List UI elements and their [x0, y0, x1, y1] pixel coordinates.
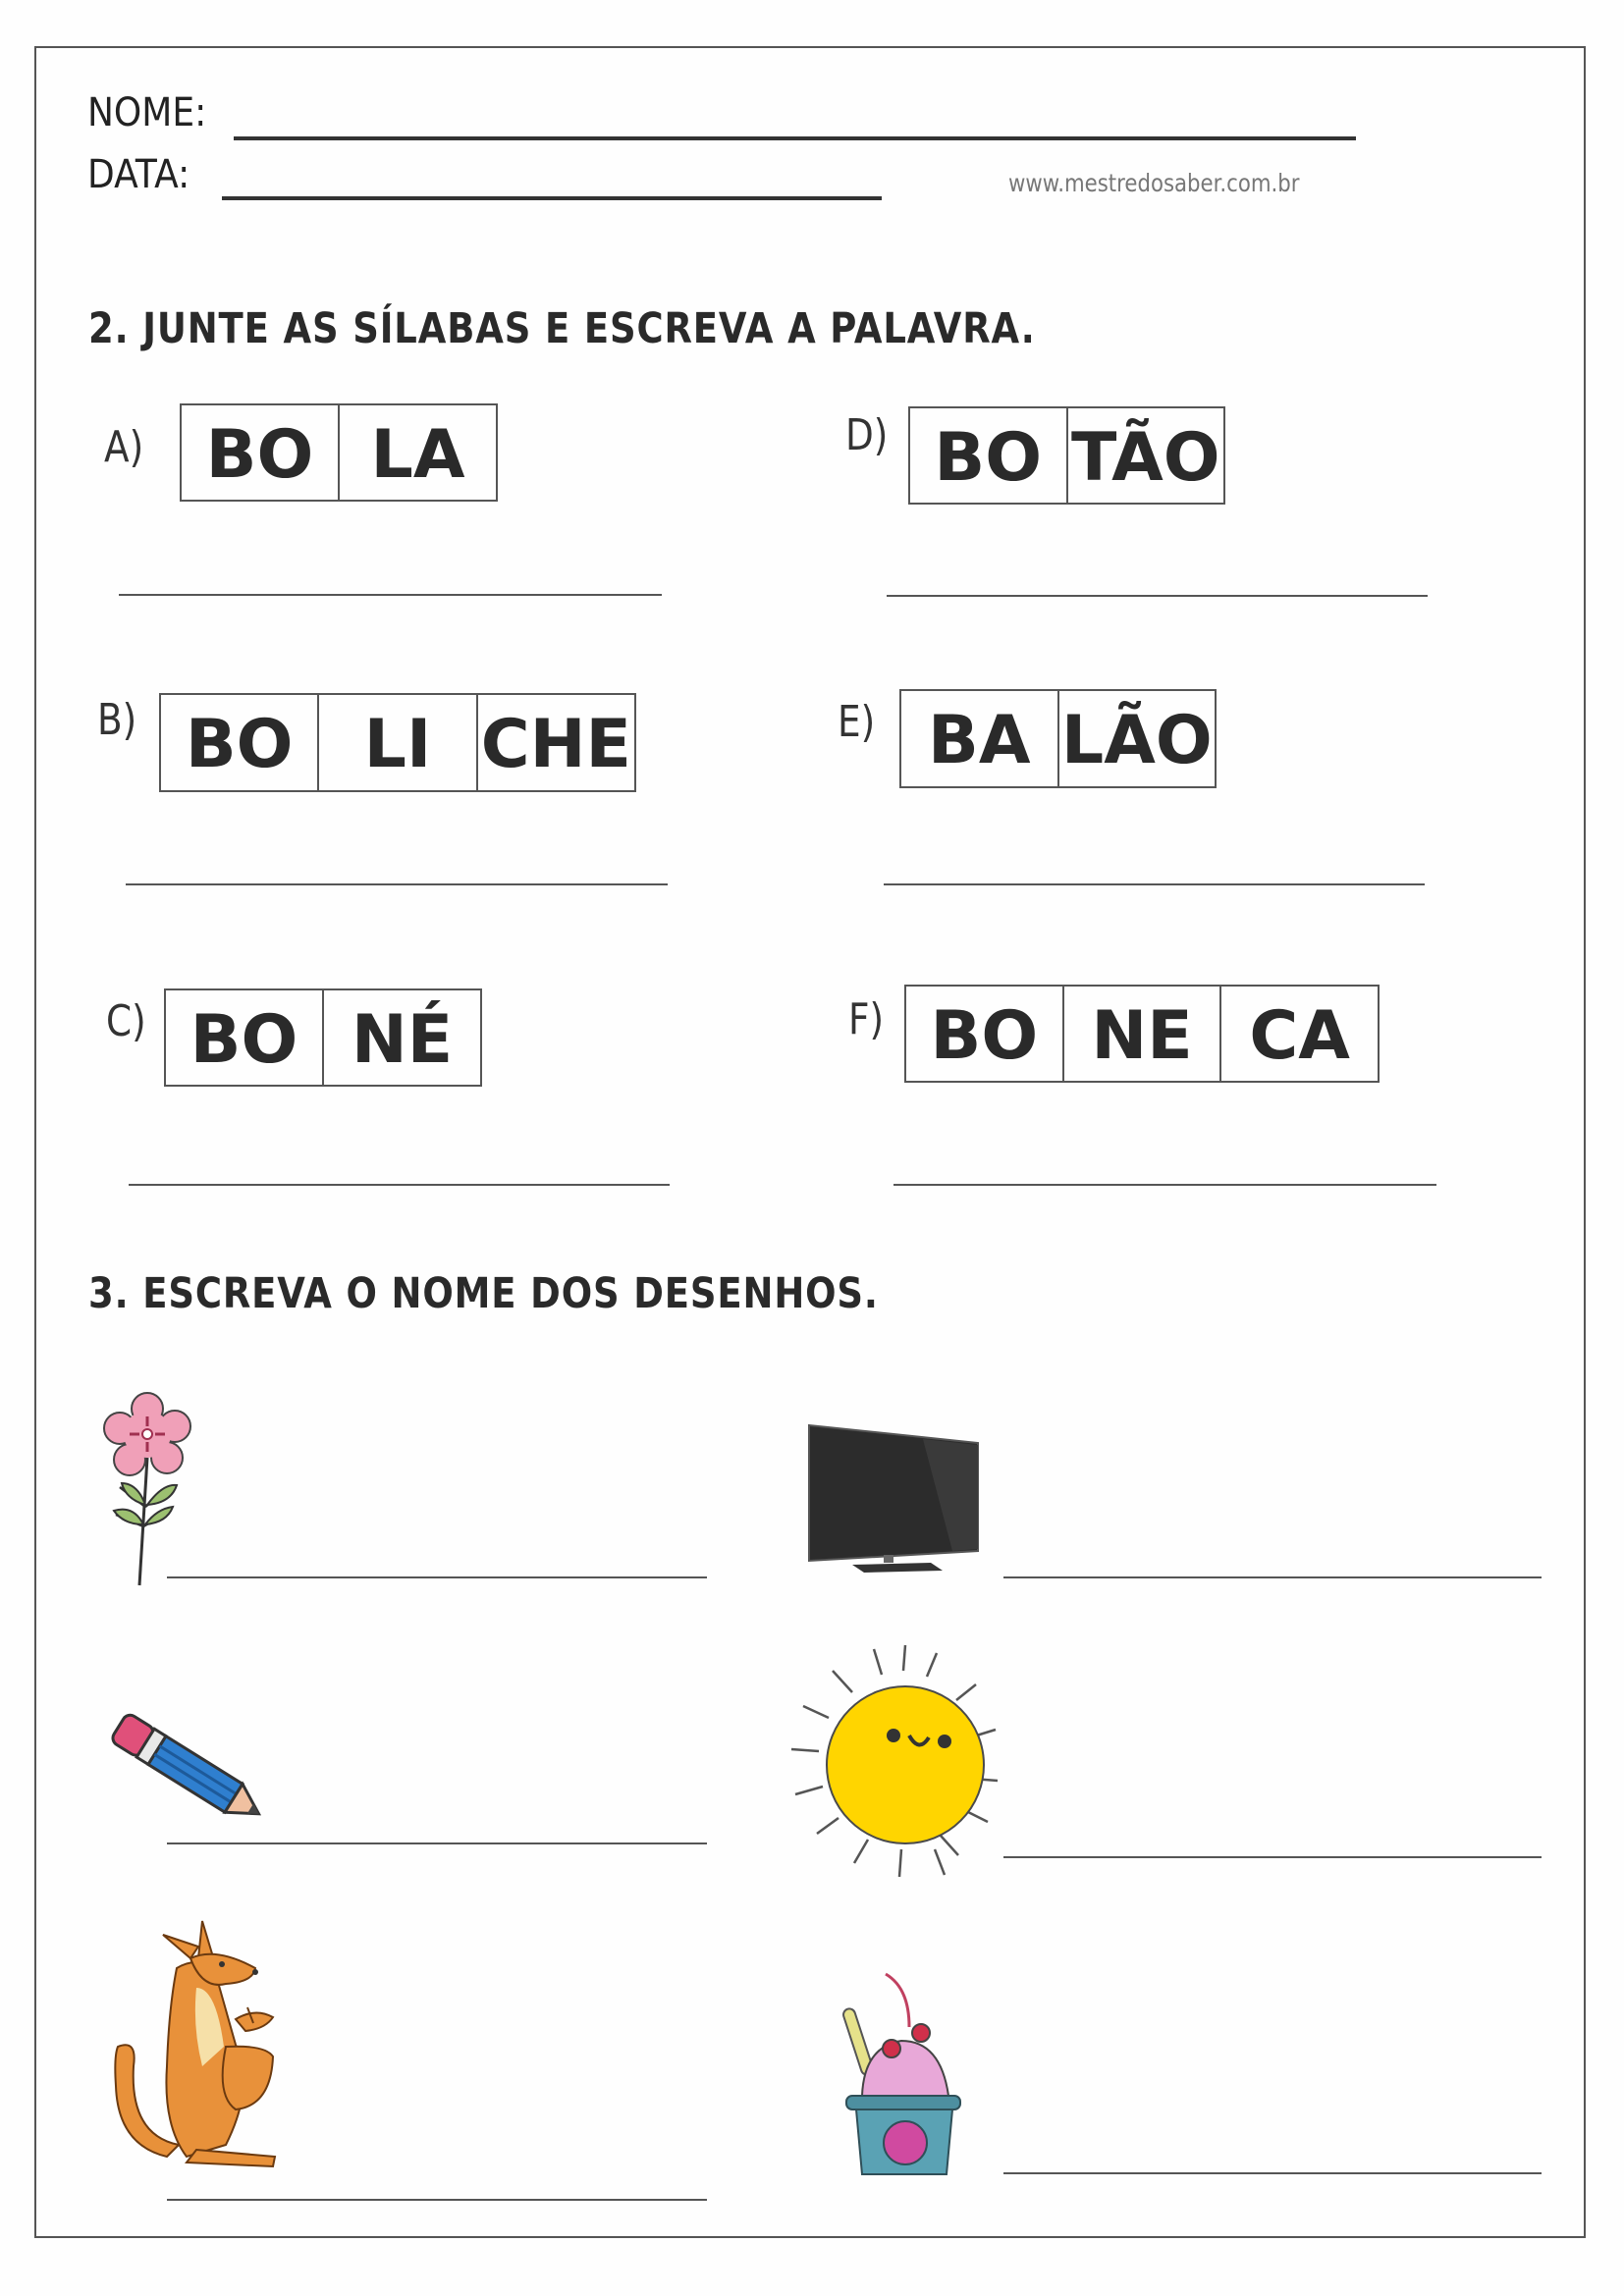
answer-line-f[interactable] — [893, 1184, 1436, 1186]
syllable-box-e: BA LÃO — [899, 689, 1217, 788]
answer-line-b[interactable] — [126, 883, 668, 885]
answer-line-tv[interactable] — [1003, 1576, 1542, 1578]
pencil-icon — [111, 1713, 262, 1816]
answer-line-flower[interactable] — [167, 1576, 707, 1578]
item-label-f: F) — [848, 994, 885, 1044]
answer-line-kangaroo[interactable] — [167, 2199, 707, 2201]
syllable-box-b: BO LI CHE — [159, 693, 636, 792]
syllable: LI — [317, 695, 475, 790]
syllable: BO — [934, 418, 1043, 497]
syllable-box-a: BO LA — [180, 403, 498, 502]
name-input-line[interactable] — [234, 136, 1356, 140]
syllable: CHE — [475, 695, 634, 790]
item-label-e: E) — [838, 697, 876, 747]
answer-line-d[interactable] — [887, 595, 1428, 597]
item-label-c: C) — [106, 996, 146, 1046]
syllable-box-d: BO TÃO — [908, 406, 1225, 505]
flower-icon — [103, 1392, 191, 1586]
television-icon — [808, 1423, 979, 1573]
item-label-d: D) — [845, 410, 889, 460]
syllable-box-f: BO NE CA — [904, 985, 1380, 1083]
item-label-b: B) — [97, 695, 137, 745]
answer-line-a[interactable] — [119, 594, 662, 596]
syllable: LÃO — [1056, 691, 1216, 786]
syllable: LA — [338, 405, 496, 500]
answer-line-c[interactable] — [129, 1184, 670, 1186]
syllable-box-c: BO NÉ — [164, 988, 482, 1087]
syllable: BO — [185, 706, 294, 783]
syllable: BO — [930, 996, 1039, 1075]
answer-line-sun[interactable] — [1003, 1856, 1542, 1858]
item-label-a: A) — [104, 422, 144, 472]
syllable: CA — [1219, 987, 1378, 1081]
syllable: NE — [1061, 987, 1220, 1081]
exercise-2-title: 2. JUNTE AS SÍLABAS E ESCREVA A PALAVRA. — [88, 304, 1036, 353]
answer-line-e[interactable] — [884, 883, 1425, 885]
exercise-3-title: 3. ESCREVA O NOME DOS DESENHOS. — [88, 1269, 879, 1318]
syllable: TÃO — [1065, 408, 1224, 503]
name-label: NOME: — [87, 90, 207, 135]
answer-line-ice-cream[interactable] — [1003, 2172, 1542, 2174]
syllable: BO — [189, 1000, 298, 1079]
kangaroo-icon — [114, 1920, 277, 2168]
date-input-line[interactable] — [222, 196, 882, 200]
date-label: DATA: — [87, 152, 190, 197]
answer-line-pencil[interactable] — [167, 1842, 707, 1844]
website-url: www.mestredosaber.com.br — [1008, 169, 1300, 197]
syllable: BA — [928, 702, 1031, 779]
syllable: NÉ — [322, 990, 480, 1085]
sun-icon — [790, 1644, 999, 1878]
ice-cream-icon — [842, 1972, 961, 2175]
syllable: BO — [205, 415, 314, 494]
